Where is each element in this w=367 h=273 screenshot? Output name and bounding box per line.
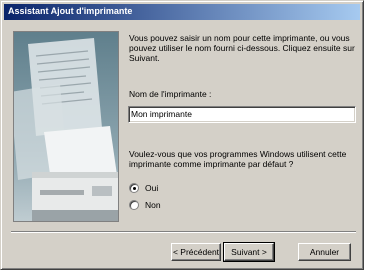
instructions-text: Vous pouvez saisir un nom pour cette imp… bbox=[129, 33, 355, 63]
add-printer-wizard-window: Assistant Ajout d'imprimante Vous pouvez… bbox=[0, 0, 364, 270]
option-yes-label: Oui bbox=[145, 183, 159, 193]
window-title: Assistant Ajout d'imprimante bbox=[8, 6, 133, 16]
title-bar[interactable]: Assistant Ajout d'imprimante bbox=[4, 4, 360, 20]
printer-name-label: Nom de l'imprimante : bbox=[129, 89, 212, 99]
printer-name-field[interactable] bbox=[128, 106, 356, 123]
back-button[interactable]: < Précédent bbox=[171, 243, 221, 261]
option-no[interactable]: Non bbox=[129, 200, 161, 210]
wizard-illustration bbox=[13, 31, 119, 222]
default-printer-question: Voulez-vous que vos programmes Windows u… bbox=[129, 149, 347, 169]
radio-no[interactable] bbox=[129, 200, 139, 210]
printer-name-input[interactable] bbox=[131, 108, 351, 120]
divider bbox=[11, 231, 356, 233]
option-yes[interactable]: Oui bbox=[129, 183, 158, 193]
next-button[interactable]: Suivant > bbox=[223, 242, 275, 262]
cancel-button[interactable]: Annuler bbox=[298, 243, 351, 261]
radio-yes[interactable] bbox=[129, 183, 139, 193]
option-no-label: Non bbox=[145, 200, 161, 210]
